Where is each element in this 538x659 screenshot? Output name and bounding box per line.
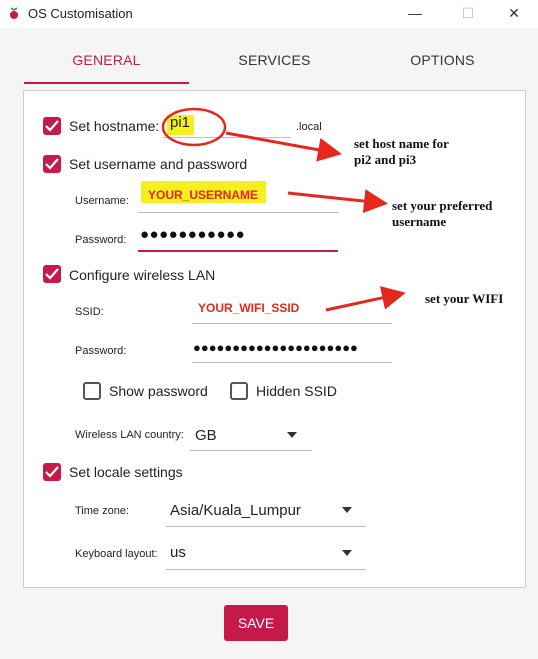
username-note-line1: set your preferred [392, 198, 493, 213]
username-note-line2: username [392, 214, 447, 229]
wifi-arrow [325, 286, 406, 312]
hostname-note: set host name for pi2 and pi3 [354, 136, 449, 168]
hostname-circle [161, 107, 227, 147]
username-note: set your preferred username [392, 198, 492, 230]
hostname-note-line1: set host name for [354, 136, 449, 151]
hostname-arrow [225, 131, 342, 162]
hostname-note-line2: pi2 and pi3 [354, 152, 417, 167]
wifi-note: set your WIFI [425, 291, 504, 306]
username-arrow [287, 189, 388, 214]
annotation-overlay [161, 107, 406, 312]
